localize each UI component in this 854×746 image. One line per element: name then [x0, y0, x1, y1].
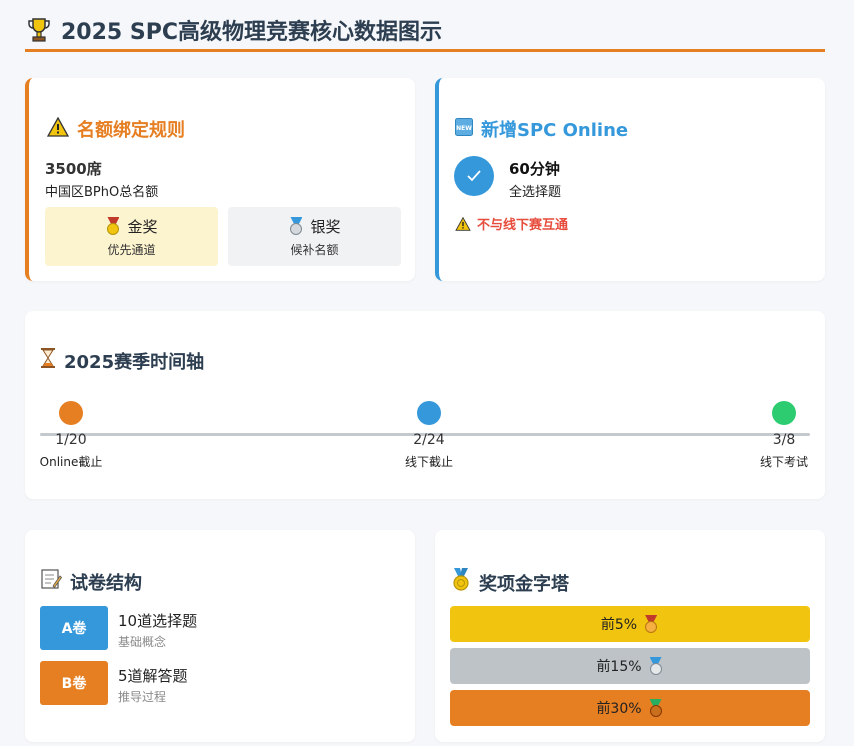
- timeline-card: 2025赛季时间轴 1/20 Online截止 2/24 线下截止 3/8 线下…: [25, 311, 825, 499]
- hourglass-icon: [40, 347, 56, 374]
- paper-a-sub: 基础概念: [118, 635, 167, 649]
- memo-icon: [40, 568, 63, 595]
- online-card: NEW 新增SPC Online 60分钟 全选择题 不与线下赛互通: [435, 78, 825, 281]
- warning-small-icon: [455, 216, 471, 231]
- page-title: 2025 SPC高级物理竞赛核心数据图示: [61, 19, 443, 45]
- gold-sub: 优先通道: [107, 242, 156, 257]
- check-icon: [454, 156, 494, 196]
- gold-award-box: 金奖 优先通道: [45, 207, 218, 266]
- medal-icon: [451, 568, 471, 597]
- timeline-dot-offline: [417, 401, 441, 425]
- quota-card: 名额绑定规则 3500席 中国区BPhO总名额 金奖 优先通道 银奖 候补名额: [25, 78, 415, 281]
- silver-award-box: 银奖 候补名额: [228, 207, 401, 266]
- silver-medal-icon: [288, 217, 304, 235]
- paper-a-main: 10道选择题: [118, 612, 198, 630]
- timeline-date-exam: 3/8: [772, 432, 796, 448]
- quota-desc: 中国区BPhO总名额: [45, 185, 159, 200]
- pyramid-tier-bronze: 前30%: [450, 690, 810, 726]
- online-duration: 60分钟: [509, 160, 560, 178]
- timeline-dot-online: [59, 401, 83, 425]
- paper-b-sub: 推导过程: [118, 690, 167, 704]
- bronze-medal-icon: [648, 699, 664, 717]
- timeline-label-online: Online截止: [39, 455, 103, 469]
- silver-sub: 候补名额: [290, 242, 339, 257]
- svg-text:NEW: NEW: [456, 125, 472, 132]
- timeline-label-offline: 线下截止: [404, 455, 453, 469]
- timeline-title: 2025赛季时间轴: [40, 347, 204, 374]
- page-header: 2025 SPC高级物理竞赛核心数据图示: [25, 10, 825, 52]
- pyramid-title-text: 奖项金字塔: [479, 573, 569, 595]
- new-icon: NEW: [455, 117, 473, 141]
- pyramid-title: 奖项金字塔: [451, 568, 569, 597]
- paper-card: 试卷结构 A卷 10道选择题 基础概念 B卷 5道解答题 推导过程: [25, 530, 415, 742]
- tier-bronze-label: 前30%: [596, 701, 642, 717]
- silver-medal-icon: [648, 657, 664, 675]
- pyramid-tier-gold: 前5%: [450, 606, 810, 642]
- gold-medal-icon: [105, 217, 121, 235]
- online-warning: 不与线下赛互通: [455, 214, 568, 233]
- paper-b-main: 5道解答题: [118, 667, 188, 685]
- warning-icon: [46, 116, 70, 142]
- tier-silver-label: 前15%: [596, 659, 642, 675]
- quota-card-title: 名额绑定规则: [46, 116, 185, 142]
- timeline-title-text: 2025赛季时间轴: [64, 351, 205, 373]
- silver-label: 银奖: [310, 217, 341, 236]
- timeline-date-online: 1/20: [55, 432, 87, 448]
- pyramid-tier-silver: 前15%: [450, 648, 810, 684]
- timeline-dot-exam: [772, 401, 796, 425]
- online-title-text: 新增SPC Online: [481, 120, 629, 141]
- paper-tag-b: B卷: [40, 661, 108, 705]
- paper-title: 试卷结构: [40, 568, 142, 595]
- online-format: 全选择题: [509, 185, 562, 200]
- trophy-icon: [25, 16, 53, 44]
- quota-title-text: 名额绑定规则: [77, 120, 185, 141]
- gold-label: 金奖: [127, 217, 158, 236]
- online-warning-text: 不与线下赛互通: [477, 218, 569, 233]
- quota-count: 3500席: [45, 160, 102, 178]
- paper-title-text: 试卷结构: [70, 572, 142, 594]
- timeline-label-exam: 线下考试: [759, 455, 808, 469]
- timeline-date-offline: 2/24: [413, 432, 445, 448]
- gold-medal-icon: [643, 615, 659, 633]
- paper-tag-a: A卷: [40, 606, 108, 650]
- tier-gold-label: 前5%: [600, 617, 638, 633]
- online-card-title: NEW 新增SPC Online: [455, 116, 628, 142]
